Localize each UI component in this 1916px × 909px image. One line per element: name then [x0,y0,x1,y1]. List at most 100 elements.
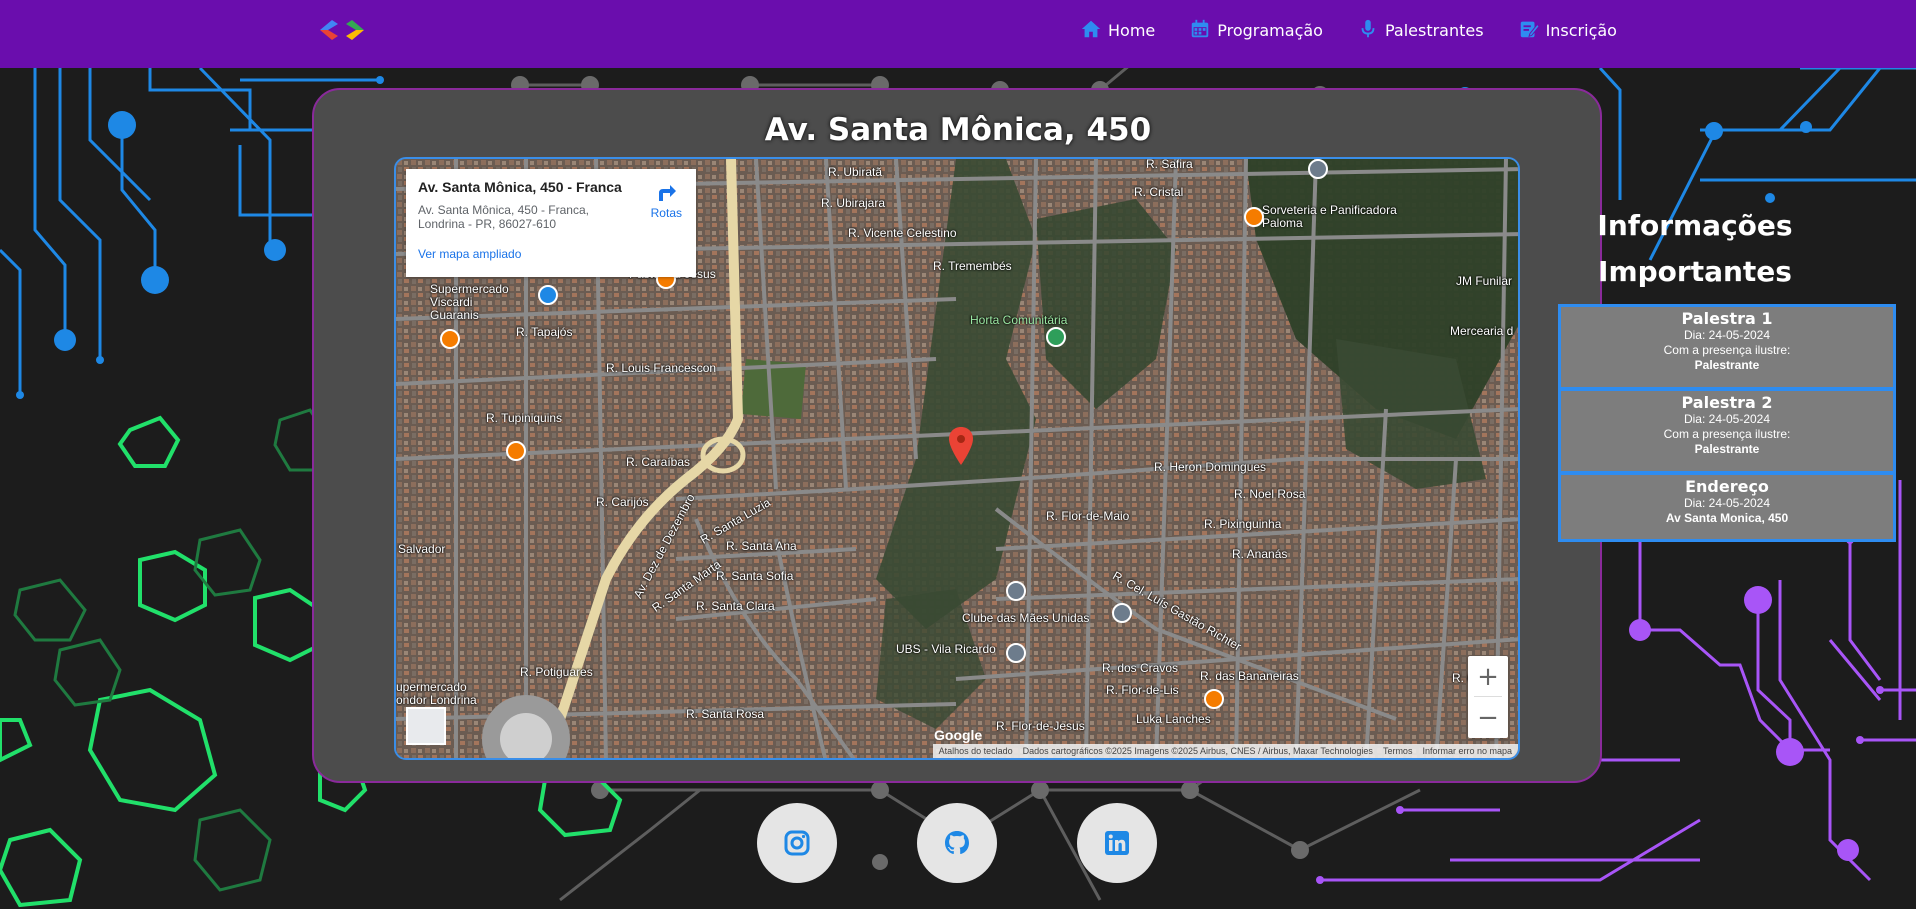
map-label: R. Tremembés [933,259,1012,273]
map-label: UBS - Vila Ricardo [896,642,996,656]
map-label: upermercado ondor Londrina [396,680,477,707]
nav-programacao[interactable]: Programação [1189,18,1323,40]
map-label: R. Tapajós [516,325,573,339]
info-card-title: Palestra 2 [1681,393,1773,412]
report-error-link[interactable]: Informar erro no mapa [1422,746,1512,756]
map-label: R. Ubiratã [828,165,883,179]
map-label: JM Funilar [1456,274,1513,288]
info-card-speaker: Palestrante [1694,358,1760,372]
location-pin-icon[interactable] [949,427,973,465]
map-type-toggle[interactable] [406,707,446,745]
nav-label: Palestrantes [1384,21,1484,40]
map-label: Horta Comunitária [970,313,1068,327]
info-card-palestra-2: Palestra 2 Dia: 24-05-2024 Com a presenç… [1558,388,1896,474]
map-label: R. Flor-de-Jesus [996,719,1085,733]
restaurant-icon[interactable] [1244,207,1264,227]
edit-icon [1520,21,1540,38]
directions-button[interactable]: Rotas [651,181,682,220]
zoom-in-button[interactable]: + [1468,656,1508,697]
map-label: Mercearia d [1450,324,1514,338]
map-label: R. dos Cravos [1102,661,1179,675]
map-label: Luka Lanches [1136,712,1211,726]
google-logo: Google [934,727,983,743]
hospital-icon[interactable] [1006,643,1026,663]
map-label: R. Santa Sofia [716,569,794,583]
place-icon[interactable] [1308,159,1328,179]
map-label: R. Ananás [1232,547,1288,561]
map-label: R. das Bananeiras [1200,669,1299,683]
nav-label: Home [1108,21,1156,40]
zoom-control: + − [1468,656,1508,738]
instagram-icon [784,830,810,856]
map-label: R. Tupiniquins [486,411,563,425]
terms-link[interactable]: Termos [1383,746,1413,756]
map-label: R. Noel Rosa [1234,487,1306,501]
garden-icon[interactable] [1046,327,1066,347]
info-card-palestra-1: Palestra 1 Dia: 24-05-2024 Com a presenç… [1558,304,1896,390]
place-title: Av. Santa Mônica, 450 - Franca [418,179,622,195]
shopping-cart-icon[interactable] [538,285,558,305]
restaurant-icon[interactable] [506,441,526,461]
nav-label: Inscrição [1545,21,1617,40]
place-icon[interactable] [1112,603,1132,623]
map-label: Sorveteria e Panificadora Paloma [1262,203,1397,230]
logo-icon[interactable] [318,16,366,44]
info-card-date: Dia: 24-05-2024 [1683,412,1771,426]
map-label: R. Safira [1146,157,1193,171]
school-icon[interactable] [1006,581,1026,601]
map-label: R. Cristal [1134,185,1184,199]
map-label: R. Ubirajara [821,196,886,210]
info-card-endereco: Endereço Dia: 24-05-2024 Av Santa Monica… [1558,472,1896,542]
map-data-text: Dados cartográficos ©2025 Imagens ©2025 … [1022,746,1373,756]
instagram-link[interactable] [757,803,837,883]
zoom-out-button[interactable]: − [1468,697,1508,738]
map-attribution: Atalhos do teclado Dados cartográficos ©… [932,744,1518,758]
restaurant-icon[interactable] [440,329,460,349]
map-label: Supermercado Viscardi Guaranis [430,282,509,322]
google-map-embed[interactable]: R. Ubiratã R. Ubirajara R. Vicente Celes… [394,157,1520,760]
info-card-date: Dia: 24-05-2024 [1683,496,1771,510]
map-label: R. Carijós [596,495,649,509]
map-label: R. Potiguares [520,665,593,679]
calendar-icon [1192,19,1209,38]
info-card-date: Dia: 24-05-2024 [1683,328,1771,342]
map-label: R. Flor-de-Maio [1046,509,1130,523]
info-card-title: Endereço [1685,477,1769,496]
restaurant-icon[interactable] [1204,689,1224,709]
map-label: R. Flor-de-Lis [1106,683,1179,697]
github-link[interactable] [917,803,997,883]
linkedin-icon [1105,831,1129,855]
microphone-icon [1361,19,1375,38]
map-label: R. Santa Rosa [686,707,765,721]
directions-icon [659,185,677,201]
nav-palestrantes[interactable]: Palestrantes [1357,18,1484,40]
map-label: Clube das Mães Unidas [962,611,1090,625]
map-place-card: Av. Santa Mônica, 450 - Franca Av. Santa… [406,169,696,277]
info-card-address: Av Santa Monica, 450 [1665,511,1789,525]
home-icon [1081,20,1101,38]
map-label: R. Pixinguinha [1204,517,1282,531]
linkedin-link[interactable] [1077,803,1157,883]
nav-inscricao[interactable]: Inscrição [1518,18,1617,40]
keyboard-shortcuts-link[interactable]: Atalhos do teclado [939,746,1013,756]
nav-label: Programação [1217,21,1323,40]
place-address: Av. Santa Mônica, 450 - Franca, Londrina… [418,203,589,231]
github-icon [945,831,969,855]
zoom-divider [1474,696,1502,697]
main-nav: Home Programação Palestrantes Inscrição [1080,18,1617,40]
top-navbar: Home Programação Palestrantes Inscrição [0,0,1916,68]
info-card-speaker: Palestrante [1694,442,1760,456]
map-label: R. Santa Clara [696,599,775,613]
directions-label: Rotas [650,206,682,220]
map-label: Salvador [398,542,446,556]
map-label: R. Louis Francescon [606,361,717,375]
larger-map-link[interactable]: Ver mapa ampliado [418,247,521,261]
map-label: R. Vicente Celestino [848,226,957,240]
nav-home[interactable]: Home [1080,18,1155,40]
info-heading: Informações Importantes [1597,209,1793,288]
page-title: Av. Santa Mônica, 450 [764,112,1152,148]
map-label: R. Heron Domingues [1154,460,1267,474]
info-card-title: Palestra 1 [1681,309,1773,328]
info-card-line: Com a presença ilustre: [1663,343,1791,357]
map-label: R. Caraíbas [626,455,691,469]
